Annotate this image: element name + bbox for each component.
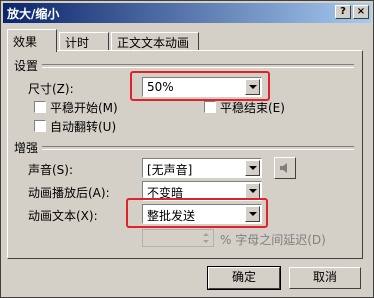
after-animation-label: 动画播放后(A): <box>28 186 110 200</box>
tab-timing[interactable]: 计时 <box>59 32 109 51</box>
delay-spinner[interactable] <box>142 229 214 247</box>
tab-panel: 设置 尺寸(Z): 50% 平稳开始(M) 平稳结束(E) 自动翻转(U) 增强… <box>7 50 363 259</box>
smooth-start-checkbox[interactable] <box>34 101 46 113</box>
size-label: 尺寸(Z): <box>28 82 74 96</box>
sound-combo[interactable]: [无声音] <box>142 158 262 178</box>
speaker-icon <box>280 163 287 173</box>
settings-group-label: 设置 <box>14 59 39 73</box>
smooth-start-label: 平稳开始(M) <box>50 101 118 115</box>
speaker-button[interactable] <box>274 157 296 179</box>
enhance-group-label: 增强 <box>14 141 39 155</box>
animate-text-label: 动画文本(X): <box>28 209 98 223</box>
auto-reverse-checkbox[interactable] <box>34 120 46 132</box>
enhance-divider <box>42 146 354 150</box>
tab-effect[interactable]: 效果 <box>7 29 57 52</box>
sound-dropdown-arrow-icon[interactable] <box>245 160 260 176</box>
title-bar[interactable]: 放大/缩小 ? × <box>3 3 371 23</box>
dialog-window: 放大/缩小 ? × 效果 计时 正文文本动画 设置 尺寸(Z): 50% 平稳开… <box>0 0 374 298</box>
smooth-end-label: 平稳结束(E) <box>220 101 285 115</box>
smooth-end-checkbox[interactable] <box>204 101 216 113</box>
help-button[interactable]: ? <box>335 5 351 19</box>
delay-label: % 字母之间延迟(D) <box>220 233 326 247</box>
ok-button[interactable]: 确定 <box>207 266 281 290</box>
animate-text-highlight <box>126 198 268 228</box>
tab-text-animation[interactable]: 正文文本动画 <box>111 32 199 51</box>
cancel-button[interactable]: 取消 <box>289 267 361 289</box>
settings-divider <box>42 64 354 68</box>
size-highlight <box>130 71 270 101</box>
close-button[interactable]: × <box>353 5 369 19</box>
sound-value: [无声音] <box>147 163 193 177</box>
sound-label: 声音(S): <box>28 163 74 177</box>
window-title: 放大/缩小 <box>7 7 60 21</box>
auto-reverse-label: 自动翻转(U) <box>50 120 117 134</box>
after-animation-dropdown-arrow-icon[interactable] <box>245 183 260 199</box>
spinner-arrows-icon <box>203 233 209 243</box>
